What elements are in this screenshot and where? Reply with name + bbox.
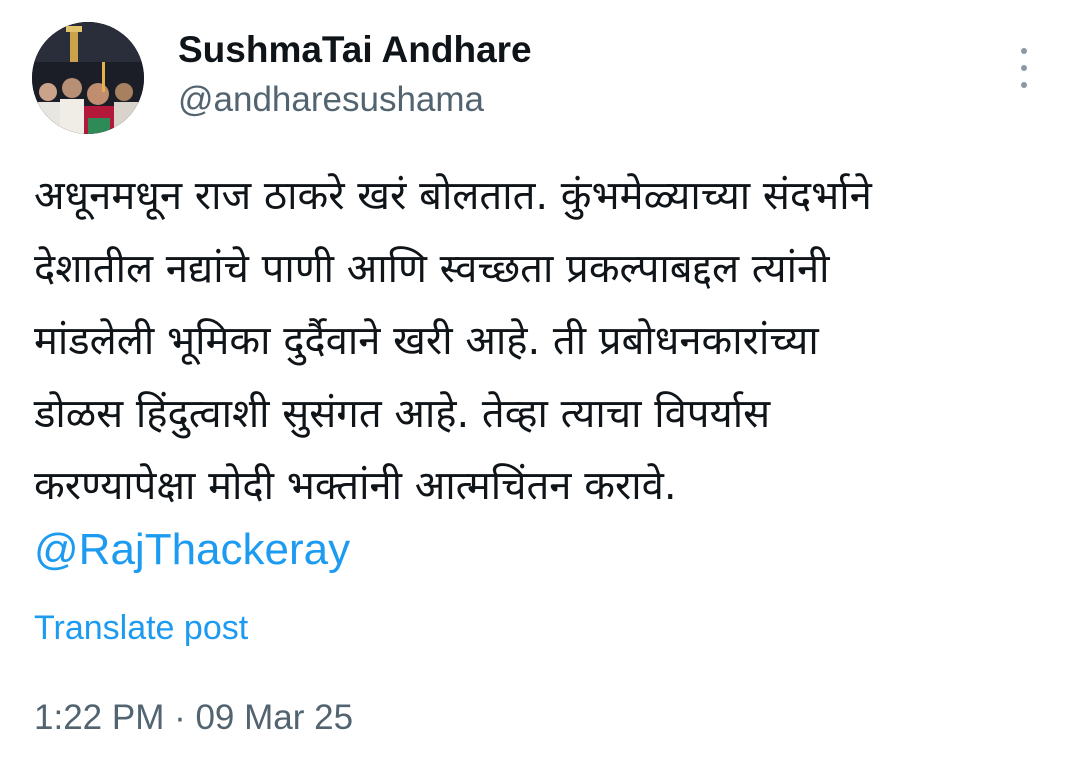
mention-link[interactable]: @RajThackeray — [34, 522, 350, 578]
translate-post-link[interactable]: Translate post — [34, 606, 248, 650]
avatar-photo — [32, 22, 144, 134]
post-text-line: अधूनमधून राज ठाकरे खरं बोलतात. कुंभमेळ्य… — [34, 173, 872, 219]
author-handle[interactable]: @andharesushama — [178, 78, 532, 122]
menu-dot — [1021, 65, 1027, 71]
post-text-line: डोळस हिंदुत्वाशी सुसंगत आहे. तेव्हा त्या… — [34, 390, 771, 437]
post-text-line: मांडलेली भूमिका दुर्दैवाने खरी आहे. ती प… — [34, 318, 819, 364]
menu-dot — [1021, 82, 1027, 88]
post-text: अधूनमधून राज ठाकरे खरं बोलतात. कुंभमेळ्य… — [34, 160, 1044, 523]
post-text-line: करण्यापेक्षा मोदी भक्तांनी आत्मचिंतन करा… — [34, 463, 677, 509]
author-info: SushmaTai Andhare @andharesushama — [178, 28, 532, 122]
author-display-name[interactable]: SushmaTai Andhare — [178, 28, 532, 72]
more-options-icon[interactable] — [1010, 48, 1038, 88]
post-timestamp[interactable]: 1:22 PM · 09 Mar 25 — [34, 696, 353, 740]
menu-dot — [1021, 48, 1027, 54]
post-text-line: देशातील नद्यांचे पाणी आणि स्वच्छता प्रकल… — [34, 245, 830, 292]
author-avatar[interactable] — [32, 22, 144, 134]
post-card: SushmaTai Andhare @andharesushama अधूनमध… — [0, 0, 1080, 770]
